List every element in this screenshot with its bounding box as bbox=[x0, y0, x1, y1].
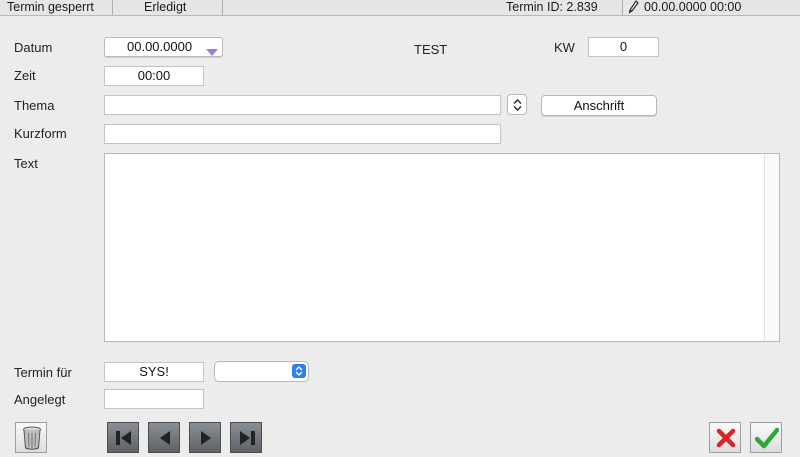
termin-id: Termin ID: 2.839 bbox=[506, 0, 598, 14]
test-label: TEST bbox=[414, 42, 448, 57]
up-down-arrows-icon bbox=[513, 99, 522, 114]
status-locked[interactable]: Termin gesperrt bbox=[7, 0, 94, 15]
red-x-icon bbox=[716, 428, 736, 451]
kurzform-label: Kurzform bbox=[14, 126, 67, 141]
zeit-label: Zeit bbox=[14, 68, 36, 83]
up-down-arrows-icon bbox=[292, 364, 306, 378]
first-record-button[interactable] bbox=[107, 422, 139, 453]
angelegt-field[interactable] bbox=[104, 389, 204, 409]
kw-label: KW bbox=[554, 40, 575, 55]
next-record-button[interactable] bbox=[189, 422, 221, 453]
datum-dropdown[interactable]: 00.00.0000 bbox=[104, 37, 223, 57]
topbar-separator bbox=[622, 0, 623, 15]
termin-fuer-label: Termin für bbox=[14, 365, 72, 380]
top-status-bar: Termin gesperrt Erledigt Termin ID: 2.83… bbox=[0, 0, 800, 16]
datum-label: Datum bbox=[14, 40, 53, 55]
text-label: Text bbox=[14, 156, 38, 171]
kurzform-field[interactable] bbox=[104, 124, 501, 144]
cancel-button[interactable] bbox=[709, 422, 741, 453]
delete-button[interactable] bbox=[15, 422, 47, 453]
topbar-separator bbox=[112, 0, 113, 15]
text-area-scrollbar[interactable] bbox=[764, 154, 779, 341]
trash-icon bbox=[22, 426, 42, 453]
anschrift-button[interactable]: Anschrift bbox=[541, 95, 657, 116]
next-record-icon bbox=[199, 430, 213, 449]
thema-label: Thema bbox=[14, 98, 55, 113]
thema-stepper[interactable] bbox=[507, 94, 527, 115]
pencil-icon bbox=[628, 0, 640, 15]
confirm-button[interactable] bbox=[750, 422, 782, 453]
last-record-icon bbox=[238, 430, 256, 449]
text-area[interactable] bbox=[104, 153, 780, 342]
zeit-field[interactable]: 00:00 bbox=[104, 66, 204, 86]
last-record-button[interactable] bbox=[230, 422, 262, 453]
termin-fuer-field[interactable]: SYS! bbox=[104, 362, 204, 382]
datum-value: 00.00.0000 bbox=[127, 39, 193, 54]
chevron-down-icon bbox=[206, 44, 218, 62]
previous-record-button[interactable] bbox=[148, 422, 180, 453]
text-area-content bbox=[105, 154, 779, 162]
first-record-icon bbox=[115, 430, 133, 449]
kw-field[interactable]: 0 bbox=[588, 37, 659, 57]
thema-field[interactable] bbox=[104, 95, 501, 115]
termin-fuer-select[interactable] bbox=[214, 361, 309, 382]
green-check-icon bbox=[754, 427, 780, 452]
status-done[interactable]: Erledigt bbox=[144, 0, 186, 15]
angelegt-label: Angelegt bbox=[14, 392, 66, 407]
previous-record-icon bbox=[158, 430, 172, 449]
topbar-separator bbox=[222, 0, 223, 15]
edit-timestamp: 00.00.0000 00:00 bbox=[644, 0, 742, 14]
